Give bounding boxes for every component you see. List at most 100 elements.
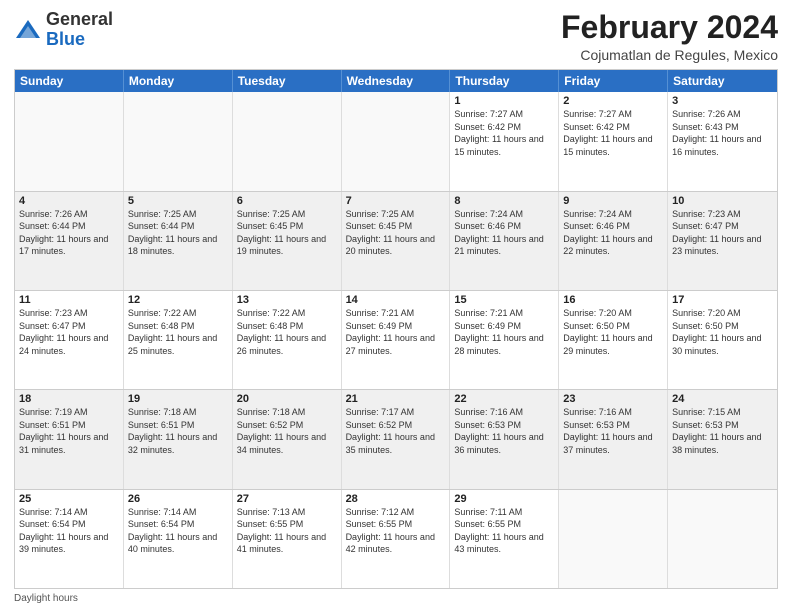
- cell-info: Sunrise: 7:25 AM Sunset: 6:45 PM Dayligh…: [346, 208, 446, 258]
- cal-cell-2-5: 16Sunrise: 7:20 AM Sunset: 6:50 PM Dayli…: [559, 291, 668, 389]
- logo: General Blue: [14, 10, 113, 50]
- day-number: 8: [454, 195, 554, 207]
- cal-cell-3-0: 18Sunrise: 7:19 AM Sunset: 6:51 PM Dayli…: [15, 390, 124, 488]
- logo-icon: [14, 16, 42, 44]
- day-number: 15: [454, 294, 554, 306]
- cell-info: Sunrise: 7:24 AM Sunset: 6:46 PM Dayligh…: [454, 208, 554, 258]
- cell-info: Sunrise: 7:27 AM Sunset: 6:42 PM Dayligh…: [563, 108, 663, 158]
- daylight-label: Daylight hours: [14, 593, 78, 604]
- cal-header-cell-tuesday: Tuesday: [233, 70, 342, 92]
- cal-row-3: 18Sunrise: 7:19 AM Sunset: 6:51 PM Dayli…: [15, 389, 777, 488]
- cal-cell-4-3: 28Sunrise: 7:12 AM Sunset: 6:55 PM Dayli…: [342, 490, 451, 588]
- day-number: 24: [672, 393, 773, 405]
- cell-info: Sunrise: 7:12 AM Sunset: 6:55 PM Dayligh…: [346, 506, 446, 556]
- cell-info: Sunrise: 7:16 AM Sunset: 6:53 PM Dayligh…: [563, 406, 663, 456]
- cell-info: Sunrise: 7:14 AM Sunset: 6:54 PM Dayligh…: [128, 506, 228, 556]
- day-number: 23: [563, 393, 663, 405]
- day-number: 12: [128, 294, 228, 306]
- cal-header-cell-saturday: Saturday: [668, 70, 777, 92]
- day-number: 7: [346, 195, 446, 207]
- cal-cell-2-4: 15Sunrise: 7:21 AM Sunset: 6:49 PM Dayli…: [450, 291, 559, 389]
- day-number: 20: [237, 393, 337, 405]
- day-number: 9: [563, 195, 663, 207]
- cal-cell-4-0: 25Sunrise: 7:14 AM Sunset: 6:54 PM Dayli…: [15, 490, 124, 588]
- cal-cell-2-1: 12Sunrise: 7:22 AM Sunset: 6:48 PM Dayli…: [124, 291, 233, 389]
- day-number: 2: [563, 95, 663, 107]
- cal-cell-1-5: 9Sunrise: 7:24 AM Sunset: 6:46 PM Daylig…: [559, 192, 668, 290]
- cell-info: Sunrise: 7:16 AM Sunset: 6:53 PM Dayligh…: [454, 406, 554, 456]
- cal-header-cell-friday: Friday: [559, 70, 668, 92]
- cell-info: Sunrise: 7:23 AM Sunset: 6:47 PM Dayligh…: [19, 307, 119, 357]
- cal-cell-0-4: 1Sunrise: 7:27 AM Sunset: 6:42 PM Daylig…: [450, 92, 559, 190]
- cal-cell-3-1: 19Sunrise: 7:18 AM Sunset: 6:51 PM Dayli…: [124, 390, 233, 488]
- cal-cell-1-4: 8Sunrise: 7:24 AM Sunset: 6:46 PM Daylig…: [450, 192, 559, 290]
- cell-info: Sunrise: 7:25 AM Sunset: 6:45 PM Dayligh…: [237, 208, 337, 258]
- title-block: February 2024 Cojumatlan de Regules, Mex…: [561, 10, 778, 63]
- cell-info: Sunrise: 7:20 AM Sunset: 6:50 PM Dayligh…: [672, 307, 773, 357]
- day-number: 16: [563, 294, 663, 306]
- cell-info: Sunrise: 7:24 AM Sunset: 6:46 PM Dayligh…: [563, 208, 663, 258]
- cell-info: Sunrise: 7:15 AM Sunset: 6:53 PM Dayligh…: [672, 406, 773, 456]
- day-number: 1: [454, 95, 554, 107]
- cal-row-0: 1Sunrise: 7:27 AM Sunset: 6:42 PM Daylig…: [15, 92, 777, 190]
- cal-cell-0-3: [342, 92, 451, 190]
- cal-cell-0-0: [15, 92, 124, 190]
- cal-cell-0-5: 2Sunrise: 7:27 AM Sunset: 6:42 PM Daylig…: [559, 92, 668, 190]
- day-number: 11: [19, 294, 119, 306]
- cal-cell-3-3: 21Sunrise: 7:17 AM Sunset: 6:52 PM Dayli…: [342, 390, 451, 488]
- calendar-body: 1Sunrise: 7:27 AM Sunset: 6:42 PM Daylig…: [15, 92, 777, 588]
- cal-cell-0-2: [233, 92, 342, 190]
- cal-cell-4-6: [668, 490, 777, 588]
- calendar-header: SundayMondayTuesdayWednesdayThursdayFrid…: [15, 70, 777, 92]
- cal-header-cell-thursday: Thursday: [450, 70, 559, 92]
- day-number: 4: [19, 195, 119, 207]
- day-number: 18: [19, 393, 119, 405]
- day-number: 14: [346, 294, 446, 306]
- day-number: 25: [19, 493, 119, 505]
- day-number: 13: [237, 294, 337, 306]
- cell-info: Sunrise: 7:27 AM Sunset: 6:42 PM Dayligh…: [454, 108, 554, 158]
- day-number: 28: [346, 493, 446, 505]
- day-number: 27: [237, 493, 337, 505]
- calendar: SundayMondayTuesdayWednesdayThursdayFrid…: [14, 69, 778, 589]
- cal-cell-3-6: 24Sunrise: 7:15 AM Sunset: 6:53 PM Dayli…: [668, 390, 777, 488]
- cell-info: Sunrise: 7:21 AM Sunset: 6:49 PM Dayligh…: [454, 307, 554, 357]
- cell-info: Sunrise: 7:22 AM Sunset: 6:48 PM Dayligh…: [128, 307, 228, 357]
- cal-row-1: 4Sunrise: 7:26 AM Sunset: 6:44 PM Daylig…: [15, 191, 777, 290]
- day-number: 21: [346, 393, 446, 405]
- cell-info: Sunrise: 7:19 AM Sunset: 6:51 PM Dayligh…: [19, 406, 119, 456]
- header: General Blue February 2024 Cojumatlan de…: [14, 10, 778, 63]
- logo-blue-text: Blue: [46, 29, 85, 49]
- cal-cell-2-0: 11Sunrise: 7:23 AM Sunset: 6:47 PM Dayli…: [15, 291, 124, 389]
- cell-info: Sunrise: 7:14 AM Sunset: 6:54 PM Dayligh…: [19, 506, 119, 556]
- cell-info: Sunrise: 7:23 AM Sunset: 6:47 PM Dayligh…: [672, 208, 773, 258]
- cal-cell-3-2: 20Sunrise: 7:18 AM Sunset: 6:52 PM Dayli…: [233, 390, 342, 488]
- subtitle: Cojumatlan de Regules, Mexico: [561, 47, 778, 63]
- cal-cell-0-6: 3Sunrise: 7:26 AM Sunset: 6:43 PM Daylig…: [668, 92, 777, 190]
- cell-info: Sunrise: 7:18 AM Sunset: 6:52 PM Dayligh…: [237, 406, 337, 456]
- cal-cell-4-1: 26Sunrise: 7:14 AM Sunset: 6:54 PM Dayli…: [124, 490, 233, 588]
- cal-cell-1-6: 10Sunrise: 7:23 AM Sunset: 6:47 PM Dayli…: [668, 192, 777, 290]
- day-number: 19: [128, 393, 228, 405]
- day-number: 29: [454, 493, 554, 505]
- day-number: 6: [237, 195, 337, 207]
- cell-info: Sunrise: 7:20 AM Sunset: 6:50 PM Dayligh…: [563, 307, 663, 357]
- cal-cell-3-4: 22Sunrise: 7:16 AM Sunset: 6:53 PM Dayli…: [450, 390, 559, 488]
- cal-header-cell-sunday: Sunday: [15, 70, 124, 92]
- footer: Daylight hours: [14, 593, 778, 604]
- cal-header-cell-monday: Monday: [124, 70, 233, 92]
- logo-general-text: General: [46, 9, 113, 29]
- main-title: February 2024: [561, 10, 778, 45]
- cal-cell-4-4: 29Sunrise: 7:11 AM Sunset: 6:55 PM Dayli…: [450, 490, 559, 588]
- cell-info: Sunrise: 7:17 AM Sunset: 6:52 PM Dayligh…: [346, 406, 446, 456]
- day-number: 22: [454, 393, 554, 405]
- cell-info: Sunrise: 7:25 AM Sunset: 6:44 PM Dayligh…: [128, 208, 228, 258]
- cal-cell-1-3: 7Sunrise: 7:25 AM Sunset: 6:45 PM Daylig…: [342, 192, 451, 290]
- cal-cell-4-2: 27Sunrise: 7:13 AM Sunset: 6:55 PM Dayli…: [233, 490, 342, 588]
- cell-info: Sunrise: 7:11 AM Sunset: 6:55 PM Dayligh…: [454, 506, 554, 556]
- cal-cell-1-2: 6Sunrise: 7:25 AM Sunset: 6:45 PM Daylig…: [233, 192, 342, 290]
- cal-cell-1-1: 5Sunrise: 7:25 AM Sunset: 6:44 PM Daylig…: [124, 192, 233, 290]
- cell-info: Sunrise: 7:26 AM Sunset: 6:43 PM Dayligh…: [672, 108, 773, 158]
- logo-text: General Blue: [46, 10, 113, 50]
- day-number: 3: [672, 95, 773, 107]
